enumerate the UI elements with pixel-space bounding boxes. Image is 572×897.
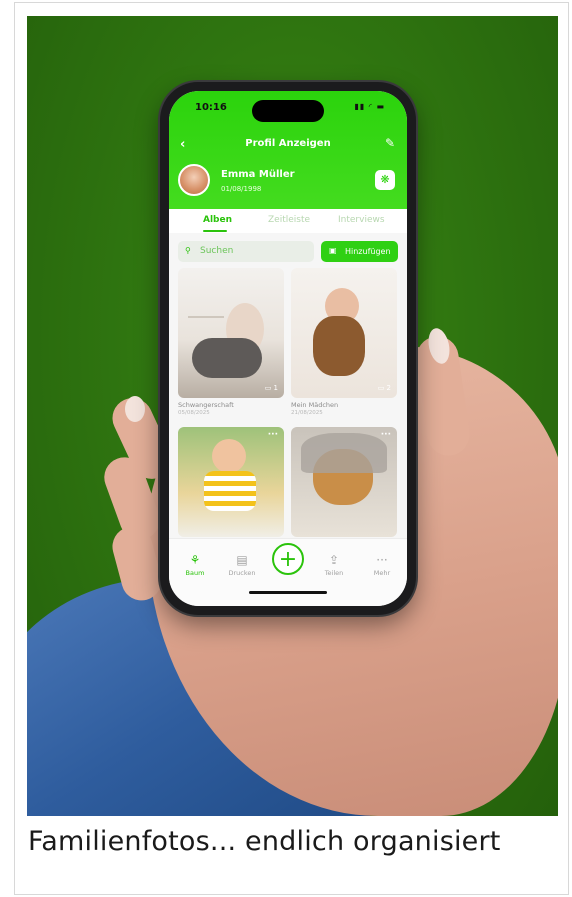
more-icon: ··· <box>376 553 388 567</box>
tab-zeitleiste[interactable]: Zeitleiste <box>268 215 310 225</box>
photo-count-badge: ▭ 2 <box>377 384 391 392</box>
search-icon: ⚲ <box>185 246 191 255</box>
more-options-icon[interactable]: ··· <box>381 430 391 440</box>
album-card[interactable]: ▭ 1 <box>178 268 284 398</box>
share-icon: ⇪ <box>328 553 340 567</box>
tree-icon: ⚘ <box>189 553 201 567</box>
nail <box>125 396 145 422</box>
nav-mehr[interactable]: ··· Mehr <box>362 553 402 577</box>
album-date: 21/08/2025 <box>291 410 323 416</box>
album-name: Mein Mädchen <box>291 401 339 409</box>
avatar[interactable] <box>178 164 210 196</box>
nav-drucken[interactable]: ▤ Drucken <box>222 553 262 577</box>
hero-photo: 10:16 ▮▮ ◜ ▬ ‹ Profil Anzeigen ✎ Emma Mü… <box>27 16 558 816</box>
tab-alben[interactable]: Alben <box>203 215 232 225</box>
nav-label: Mehr <box>373 569 391 577</box>
striped-shirt <box>204 471 256 511</box>
caption: Familienfotos... endlich organisiert <box>28 826 501 857</box>
bottom-nav: ⚘ Baum ▤ Drucken + ⇪ Teilen ··· Mehr <box>169 538 407 606</box>
home-indicator <box>249 591 327 594</box>
profile-date: 01/08/1998 <box>221 185 262 193</box>
album-card[interactable]: ··· <box>291 427 397 537</box>
more-options-icon[interactable]: ··· <box>268 430 278 440</box>
profile-name: Emma Müller <box>221 169 295 180</box>
paw-icon[interactable]: ❋ <box>375 170 395 190</box>
nav-label: Drucken <box>228 569 256 577</box>
photo-count-badge: ▭ 1 <box>264 384 278 392</box>
blanket <box>301 433 387 473</box>
add-button-label: Hinzufügen <box>345 247 391 256</box>
album-date: 05/08/2025 <box>178 410 210 416</box>
shelf <box>188 290 224 318</box>
print-icon: ▤ <box>236 553 248 567</box>
search-input[interactable]: ⚲ Suchen <box>178 241 314 262</box>
edit-icon[interactable]: ✎ <box>385 136 395 150</box>
status-icons: ▮▮ ◜ ▬ <box>354 102 385 111</box>
phone-screen: 10:16 ▮▮ ◜ ▬ ‹ Profil Anzeigen ✎ Emma Mü… <box>169 91 407 606</box>
nav-baum[interactable]: ⚘ Baum <box>175 553 215 577</box>
status-time: 10:16 <box>195 102 227 113</box>
profile-bar: Emma Müller 01/08/1998 ❋ <box>169 161 407 207</box>
dynamic-island <box>252 100 324 122</box>
tab-interviews[interactable]: Interviews <box>338 215 385 225</box>
nav-teilen[interactable]: ⇪ Teilen <box>314 553 354 577</box>
nav-label: Teilen <box>324 569 344 577</box>
teddy-bear <box>313 316 365 376</box>
tab-underline <box>203 230 227 232</box>
tab-bar: Alben Zeitleiste Interviews <box>169 209 407 233</box>
album-card[interactable]: ▭ 2 <box>291 268 397 398</box>
add-album-button[interactable]: ▣ Hinzufügen <box>321 241 398 262</box>
search-placeholder: Suchen <box>200 246 234 256</box>
add-button[interactable]: + <box>272 543 304 575</box>
smartphone: 10:16 ▮▮ ◜ ▬ ‹ Profil Anzeigen ✎ Emma Mü… <box>160 82 416 615</box>
legs <box>192 338 262 378</box>
album-name: Schwangerschaft <box>178 401 234 409</box>
album-card[interactable]: ··· <box>178 427 284 537</box>
folder-plus-icon: ▣ <box>329 246 337 255</box>
page-title: Profil Anzeigen <box>245 138 331 149</box>
nav-label: Baum <box>185 569 205 577</box>
boy-face <box>212 439 246 473</box>
